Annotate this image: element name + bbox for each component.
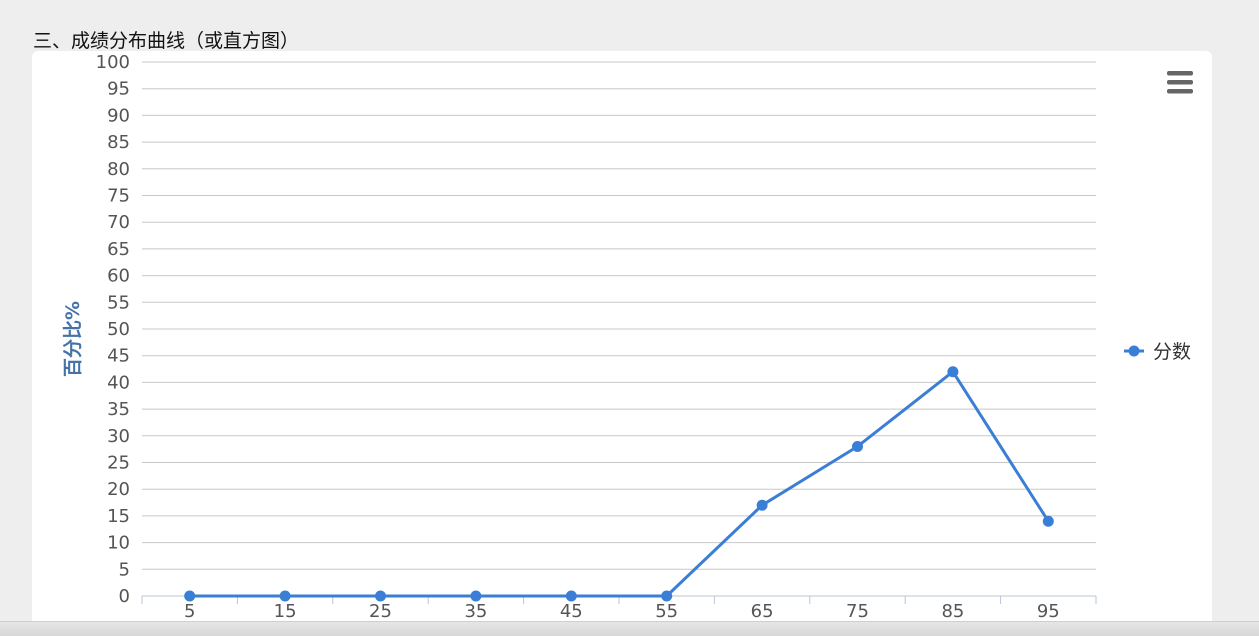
y-tick-label: 30 [107,426,130,447]
data-point[interactable] [947,366,959,378]
y-tick-label: 95 [107,79,130,100]
hamburger-menu-icon [1167,89,1193,94]
x-tick-label: 45 [560,601,583,622]
score-distribution-chart: 0 5 10 15 20 25 30 35 40 45 50 55 60 65 70 75 80 85 90 95 10… [62,52,1199,622]
y-tick-label: 20 [107,479,130,500]
y-tick-label: 15 [107,506,130,527]
y-tick-label: 100 [96,52,130,73]
x-tick-label: 35 [464,601,487,622]
y-tick-label: 90 [107,105,130,126]
series-line [189,370,1050,598]
legend-marker [1128,345,1140,357]
x-tick-label: 95 [1037,601,1060,622]
y-tick-label: 70 [107,212,130,233]
x-tick-label: 5 [184,601,195,622]
section-title: 三、成绩分布曲线（或直方图） [33,30,300,52]
y-tick-label: 75 [107,186,130,207]
grid-layer [142,61,1096,570]
hamburger-menu-icon [1167,71,1193,76]
axis-layer: 0 5 10 15 20 25 30 35 40 45 50 55 60 65 70 75 80 85 90 95 10… [62,52,1097,622]
y-tick-label: 40 [107,372,130,393]
y-axis-title: 百分比% [62,301,84,377]
data-point[interactable] [852,440,863,452]
y-tick-label: 55 [107,292,130,313]
y-tick-label: 65 [107,239,130,260]
data-point[interactable] [1042,515,1054,527]
y-tick-label: 80 [107,159,130,180]
data-point[interactable] [565,590,577,602]
bottom-strip [0,621,1259,636]
y-tick-label: 5 [119,559,130,580]
y-tick-label: 85 [107,132,130,153]
data-point[interactable] [756,499,768,511]
y-tick-label: 35 [107,399,130,420]
x-tick-label: 75 [846,601,869,622]
y-tick-label: 10 [107,533,130,554]
data-point[interactable] [184,590,196,602]
x-tick-label: 25 [369,601,392,622]
hamburger-menu-icon [1167,80,1193,85]
x-tick-label: 65 [751,601,774,622]
x-tick-label: 15 [274,601,297,622]
y-tick-label: 60 [107,266,130,287]
y-tick-label: 0 [119,586,130,607]
data-point[interactable] [661,590,673,602]
legend-label[interactable]: 分数 [1153,341,1191,363]
y-tick-label: 45 [107,346,130,367]
x-tick-label: 85 [941,601,964,622]
data-point[interactable] [279,590,291,602]
data-point[interactable] [375,590,386,602]
page: 三、成绩分布曲线（或直方图） 0 5 10 15 20 25 30 35 40 45 50 55 60 6… [0,0,1259,636]
legend-layer[interactable]: 分数 [1124,341,1191,363]
y-tick-label: 25 [107,453,130,474]
chart-card: 0 5 10 15 20 25 30 35 40 45 50 55 60 65 70 75 80 85 90 95 10… [32,51,1212,631]
data-point[interactable] [470,590,482,602]
series-layer [184,366,1054,602]
x-tick-label: 55 [655,601,678,622]
menu-button[interactable] [1159,67,1199,101]
y-tick-label: 50 [107,319,130,340]
